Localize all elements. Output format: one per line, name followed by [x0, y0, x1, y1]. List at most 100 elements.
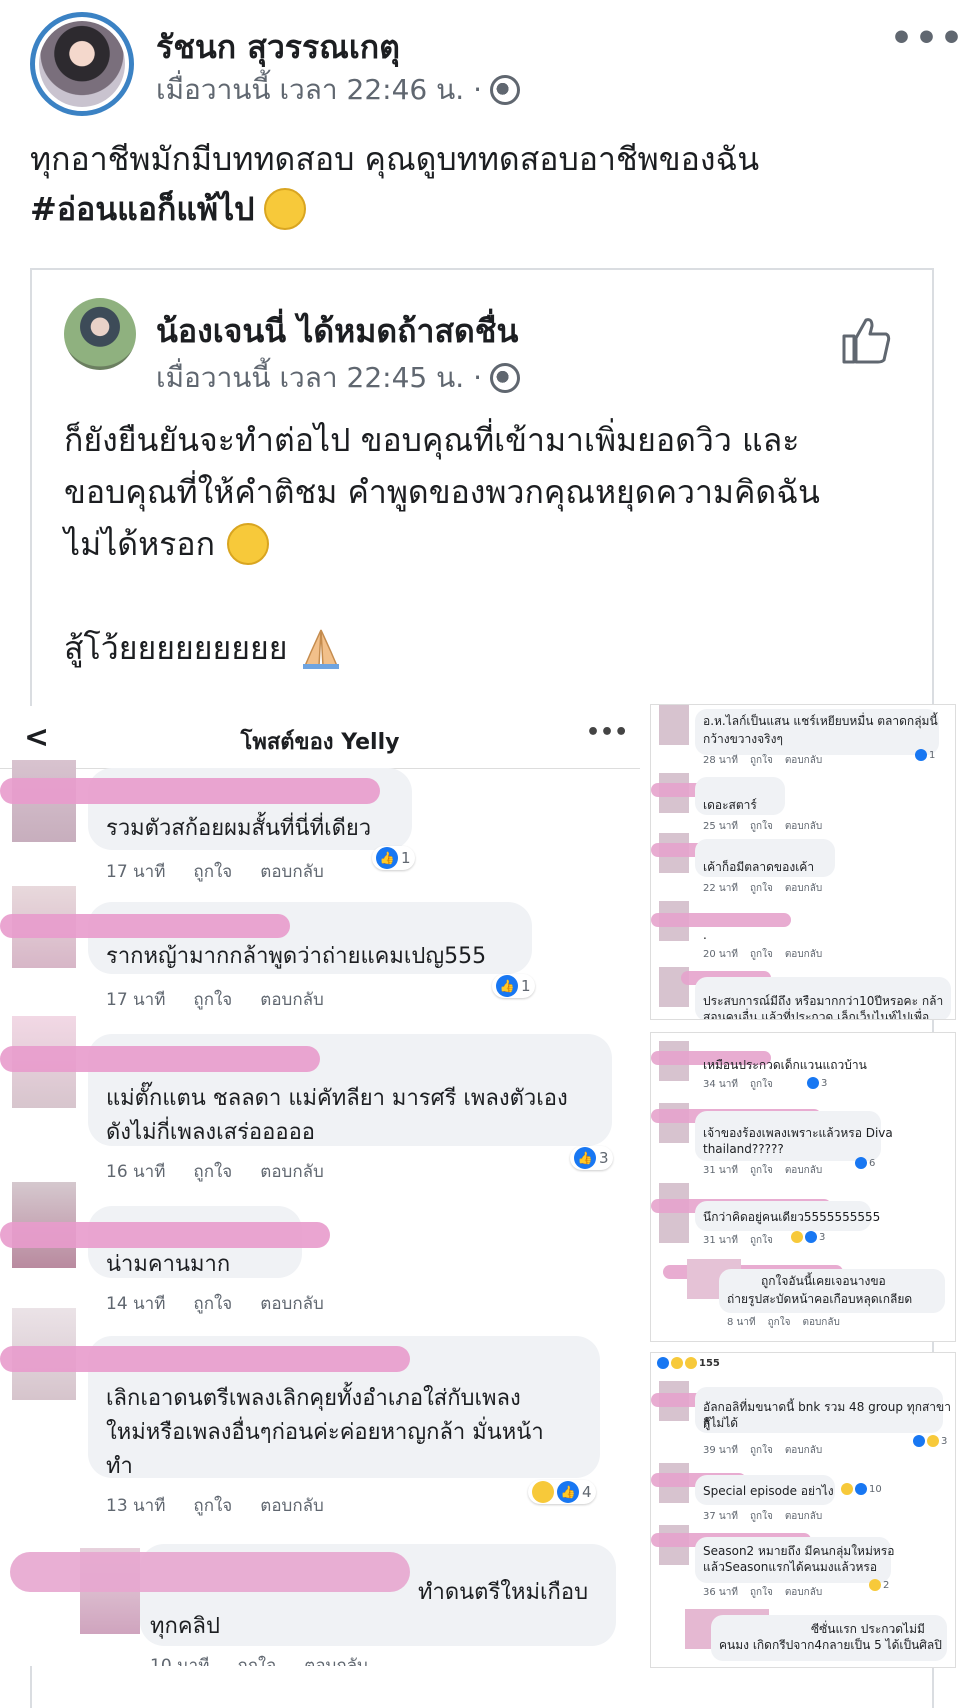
reply-link[interactable]: ตอบกลับ: [260, 1492, 324, 1519]
comment-text: Special episode อย่าไง: [703, 1484, 834, 1498]
shared-line: สู้โว้ยยยยยยยยย: [64, 622, 924, 674]
reaction-number: 4: [582, 1483, 592, 1501]
like-link[interactable]: ถูกใจ: [237, 1652, 276, 1666]
shared-timestamp[interactable]: เมื่อวานนี้ เวลา 22:45 น. ·: [156, 356, 520, 400]
shared-line-text: สู้โว้ยยยยยยยยย: [64, 629, 288, 667]
more-options-button[interactable]: •••: [890, 18, 964, 59]
globe-icon: [489, 75, 520, 105]
like-link[interactable]: ถูกใจ: [193, 986, 232, 1013]
laughing-emoji-icon: [264, 188, 307, 230]
like-link[interactable]: ถูกใจ: [750, 1509, 773, 1524]
reply-link[interactable]: ตอบกลับ: [785, 881, 822, 896]
like-link[interactable]: ถูกใจ: [750, 1233, 773, 1248]
reply-link[interactable]: ตอบกลับ: [802, 1315, 839, 1330]
like-link[interactable]: ถูกใจ: [193, 858, 232, 885]
comment-text: เลิกเอาดนตรีเพลงเลิกคุยทั้งอำเภอใส่กับเพ…: [106, 1386, 521, 1411]
comment-meta: 25 นาที ถูกใจ ตอบกลับ: [703, 819, 822, 834]
comment-text: กว้างขวางจริงๆ: [703, 732, 783, 746]
comment-text: น่ามคานมาก: [106, 1252, 231, 1277]
shared-body: ก็ยังยืนยันจะทำต่อไป ขอบคุณที่เข้ามาเพิ่…: [64, 414, 924, 674]
reaction-number: 2: [883, 1579, 890, 1591]
reaction-count[interactable]: 👍 3: [570, 1146, 613, 1170]
comment-text: สอนคนอื่น แล้วที่ประกวด เล็กเว็บไนท์ไปเพ…: [703, 1010, 930, 1020]
like-reaction-icon: 👍: [557, 1481, 579, 1503]
like-link[interactable]: ถูกใจ: [750, 1585, 773, 1600]
comment-time: 17 นาที: [106, 862, 166, 882]
reaction-count[interactable]: 3: [791, 1231, 825, 1243]
like-reaction-icon: 👍: [376, 847, 398, 869]
comment-text: แล้วSeasonแรกได้คนมงแล้วหรอ: [703, 1560, 878, 1574]
like-link[interactable]: ถูกใจ: [193, 1290, 232, 1317]
comment-meta: 31 นาที ถูกใจ: [703, 1233, 773, 1248]
author-avatar[interactable]: [30, 12, 134, 116]
comment-text: นึกว่าคิดอยู่คนเดียว5555555555: [703, 1210, 881, 1224]
post-reactions[interactable]: 155: [657, 1357, 720, 1369]
thumbs-up-icon[interactable]: [838, 312, 894, 368]
comment-meta: 8 นาที ถูกใจ ตอบกลับ: [727, 1315, 840, 1330]
reply-link[interactable]: ตอบกลับ: [785, 1163, 822, 1178]
like-link[interactable]: ถูกใจ: [750, 1077, 773, 1092]
reaction-number: 3: [599, 1149, 609, 1167]
winking-emoji-icon: [226, 523, 269, 565]
reaction-count[interactable]: 👍 1: [372, 846, 415, 870]
like-link[interactable]: ถูกใจ: [750, 753, 773, 768]
comment-time: 31 นาที: [703, 1235, 738, 1246]
comment-meta: 17 นาที ถูกใจ ตอบกลับ: [106, 986, 324, 1013]
comments-screenshot-small: 155 อัลกอลิที่มขนาดนี้ bnk รวม 48 group …: [650, 1352, 956, 1668]
comment-text: ซีซั่นแรก ประกวดไม่มี: [811, 1622, 925, 1636]
comment-time: 14 นาที: [106, 1294, 166, 1314]
comment-text: ทุกคลิป: [150, 1614, 220, 1639]
author-name[interactable]: รัชนก สุวรรณเกตุ: [156, 22, 400, 73]
post-hashtag-line: #อ่อนแอก็แพ้ไป: [30, 184, 930, 234]
reaction-count[interactable]: 1: [915, 749, 935, 761]
reaction-number: 1: [521, 977, 531, 995]
reply-link[interactable]: ตอบกลับ: [785, 1509, 822, 1524]
reply-link[interactable]: ตอบกลับ: [785, 753, 822, 768]
comment-time: 37 นาที: [703, 1511, 738, 1522]
comment-text: คนมง เกิดกรีปจาก4กลายเป็น 5 ได้เป็นศิลปิ: [719, 1638, 942, 1652]
like-link[interactable]: ถูกใจ: [750, 947, 773, 962]
like-link[interactable]: ถูกใจ: [768, 1315, 791, 1330]
comment-time: 34 นาที: [703, 1079, 738, 1090]
reply-link[interactable]: ตอบกลับ: [260, 858, 324, 885]
comment-time: 8 นาที: [727, 1317, 756, 1328]
reaction-count[interactable]: 👍 1: [492, 974, 535, 998]
comment-time: 20 นาที: [703, 949, 738, 960]
reaction-count[interactable]: 3: [913, 1435, 947, 1447]
reply-link[interactable]: ตอบกลับ: [260, 986, 324, 1013]
reply-link[interactable]: ตอบกลับ: [260, 1290, 324, 1317]
reaction-number: 3: [941, 1435, 948, 1447]
comment-time: 31 นาที: [703, 1165, 738, 1176]
like-link[interactable]: ถูกใจ: [750, 819, 773, 834]
reply-link[interactable]: ตอบกลับ: [785, 819, 822, 834]
like-link[interactable]: ถูกใจ: [750, 881, 773, 896]
shared-author-avatar[interactable]: [64, 298, 136, 370]
screenshot-more-icon[interactable]: •••: [586, 720, 628, 745]
like-link[interactable]: ถูกใจ: [750, 1163, 773, 1178]
reaction-count[interactable]: 2: [869, 1579, 889, 1591]
comment-meta: 22 นาที ถูกใจ ตอบกลับ: [703, 881, 822, 896]
reaction-count[interactable]: 10: [841, 1483, 882, 1495]
reply-link[interactable]: ตอบกลับ: [260, 1158, 324, 1185]
comment-text: รากหญ้ามากกล้าพูดว่าถ่ายแคมเปญ555: [106, 944, 487, 969]
comment-text: thailand?????: [703, 1142, 784, 1156]
hashtag-link[interactable]: #อ่อนแอก็แพ้ไป: [30, 184, 254, 234]
like-link[interactable]: ถูกใจ: [193, 1492, 232, 1519]
comment-meta: 13 นาที ถูกใจ ตอบกลับ: [106, 1492, 324, 1519]
reply-link[interactable]: ตอบกลับ: [785, 1443, 822, 1458]
reply-link[interactable]: ตอบกลับ: [785, 947, 822, 962]
comment-text: ประสบการณ์มีถึง หรือมากกว่า10ปีหรอคะ กล้…: [703, 994, 944, 1008]
comment-text: ทำ: [106, 1454, 133, 1479]
post-timestamp[interactable]: เมื่อวานนี้ เวลา 22:46 น. ·: [156, 68, 520, 112]
like-link[interactable]: ถูกใจ: [193, 1158, 232, 1185]
reaction-count[interactable]: 👍 4: [528, 1480, 596, 1504]
reply-link[interactable]: ตอบกลับ: [304, 1652, 368, 1666]
reaction-count[interactable]: 3: [807, 1077, 827, 1089]
reply-link[interactable]: ตอบกลับ: [785, 1585, 822, 1600]
like-link[interactable]: ถูกใจ: [750, 1443, 773, 1458]
shared-author-name[interactable]: น้องเจนนี่ ได้หมดถ้าสดชื่น: [156, 306, 518, 357]
comment-text: เค้าก็อมีตลาดของเค้า: [703, 860, 815, 874]
comment-meta: 31 นาที ถูกใจ ตอบกลับ: [703, 1163, 822, 1178]
reaction-count[interactable]: 6: [855, 1157, 875, 1169]
like-reaction-icon: 👍: [496, 975, 518, 997]
